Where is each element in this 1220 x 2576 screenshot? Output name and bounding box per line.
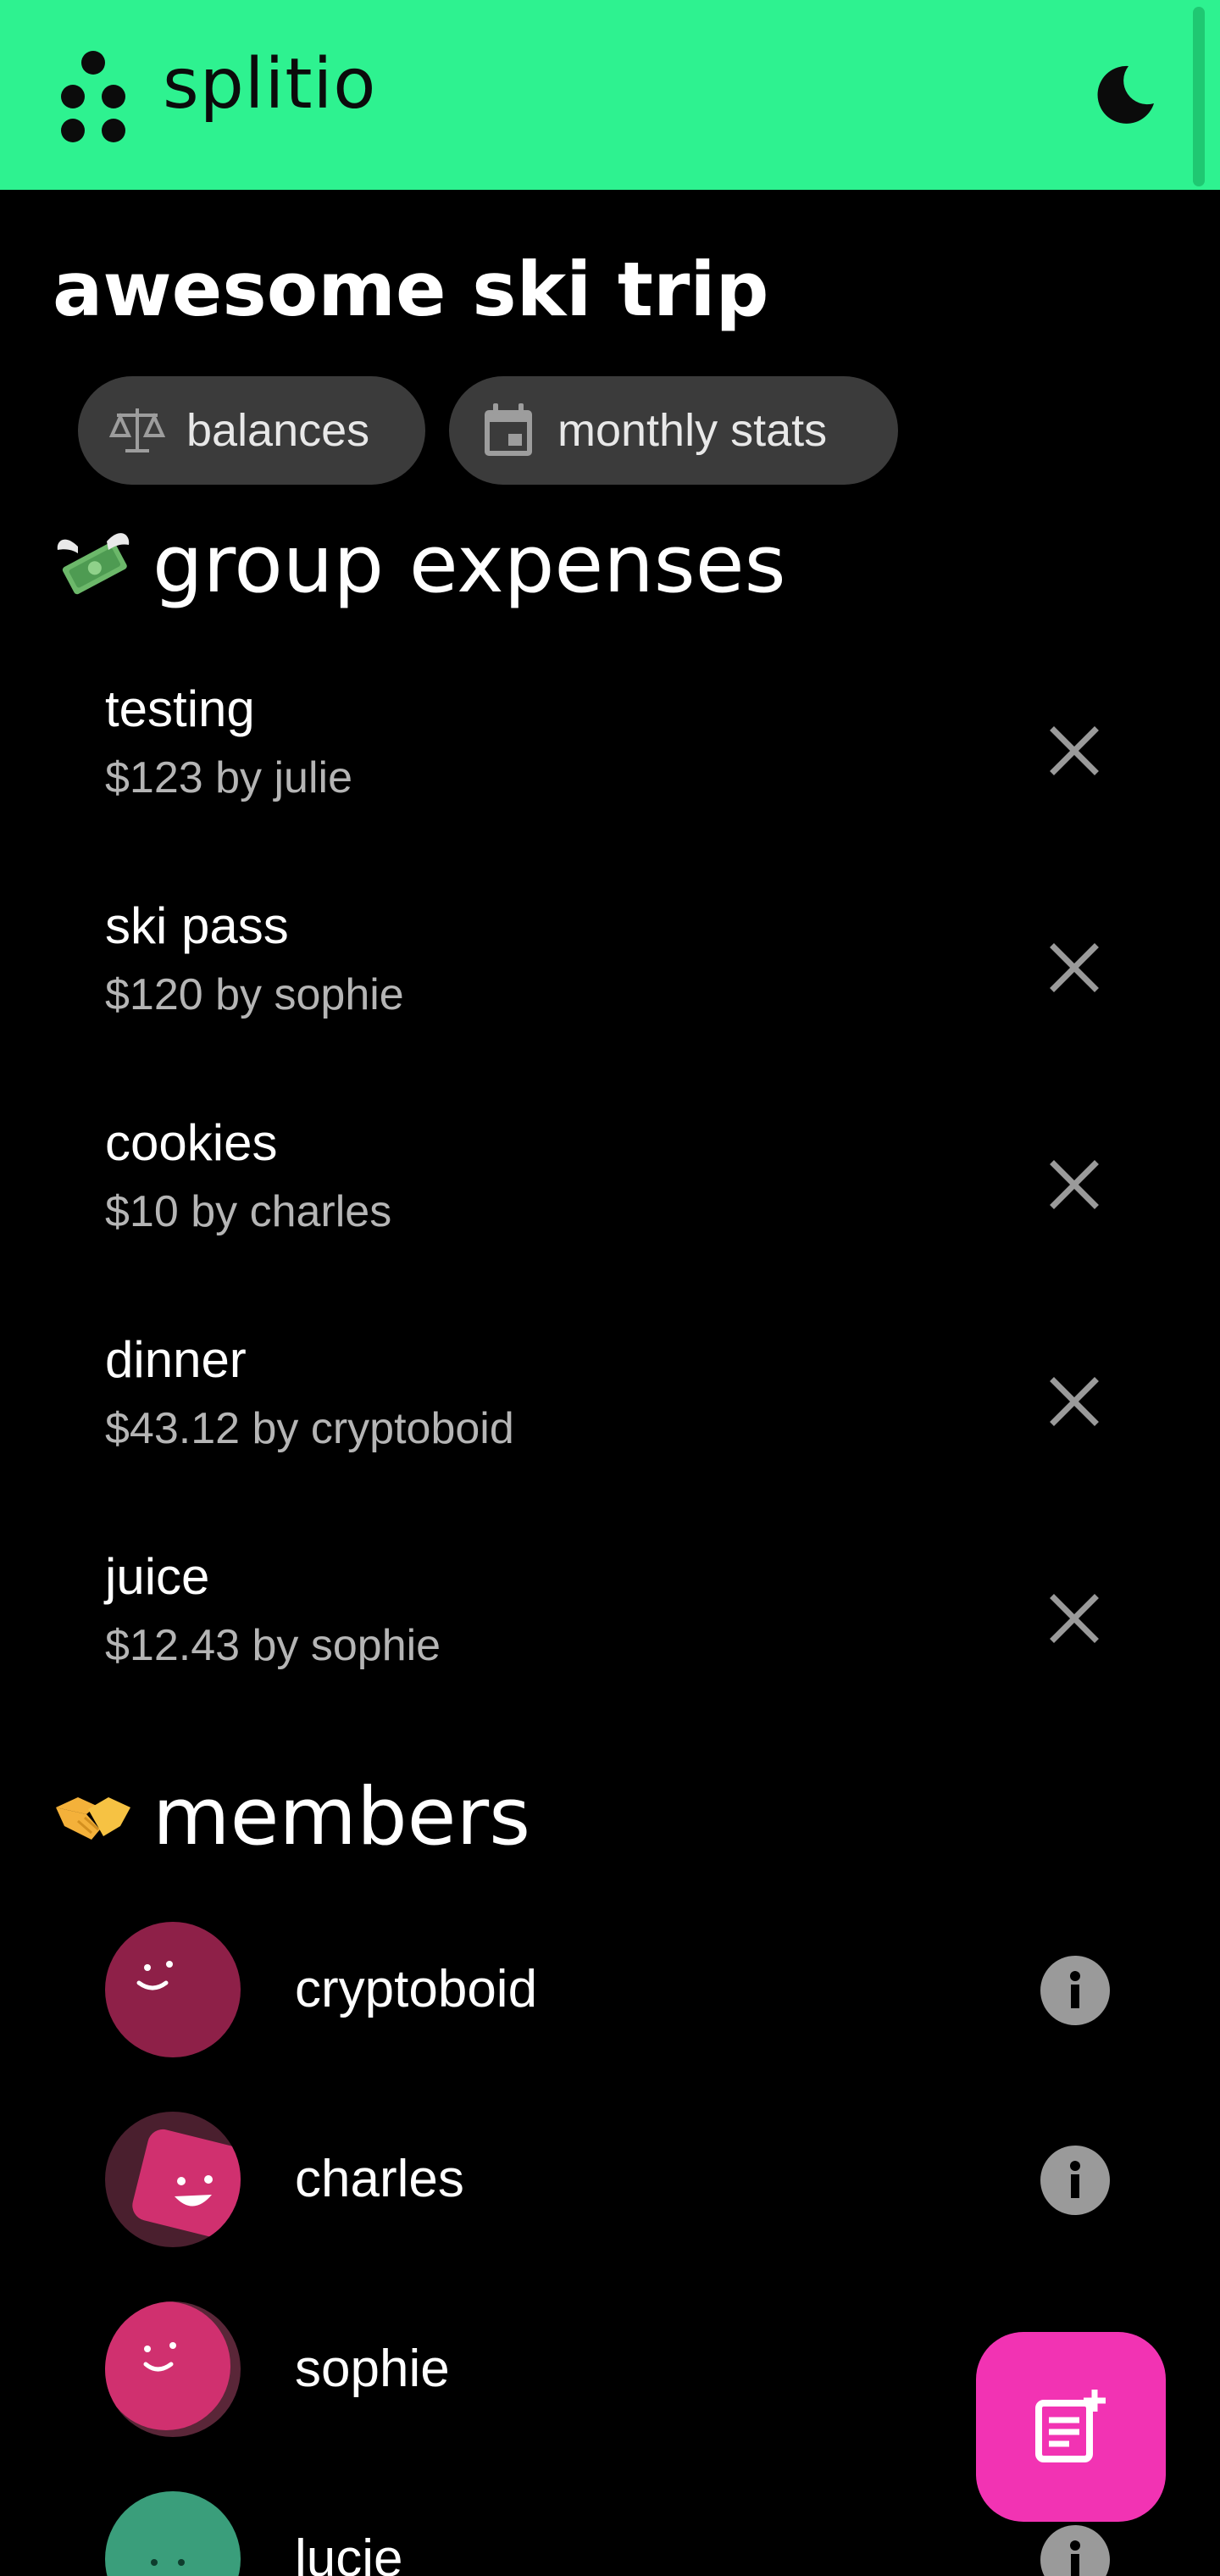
avatar <box>105 2491 241 2576</box>
close-icon[interactable] <box>1039 1149 1110 1220</box>
monthly-stats-chip[interactable]: monthly stats <box>449 376 898 485</box>
scrollbar[interactable] <box>1193 7 1205 186</box>
avatar <box>105 1922 241 2057</box>
app-name[interactable]: splitio <box>163 44 376 125</box>
expense-name: testing <box>105 680 255 737</box>
close-icon[interactable] <box>1039 1583 1110 1654</box>
member-row[interactable]: charles <box>0 2085 1220 2274</box>
expense-name: cookies <box>105 1114 278 1171</box>
scale-icon <box>108 408 166 452</box>
expense-name: dinner <box>105 1331 247 1388</box>
expense-amount-payer: $12.43 by sophie <box>105 1621 441 1670</box>
expense-item[interactable]: ski pass $120 by sophie <box>0 868 1220 1085</box>
expense-amount-payer: $120 by sophie <box>105 970 404 1019</box>
add-expense-button[interactable] <box>976 2332 1166 2522</box>
balances-chip[interactable]: balances <box>78 376 425 485</box>
money-with-wings-icon <box>57 532 130 594</box>
expense-item[interactable]: testing $123 by julie <box>0 651 1220 868</box>
handshake-icon <box>56 1796 130 1840</box>
expense-item[interactable]: juice $12.43 by sophie <box>0 1518 1220 1735</box>
expenses-section-header: group expenses <box>53 519 786 611</box>
member-name: sophie <box>295 2340 450 2398</box>
add-note-icon <box>1035 2390 1106 2462</box>
expense-name: juice <box>105 1548 210 1605</box>
expenses-section-title: group expenses <box>152 519 786 611</box>
expense-item[interactable]: cookies $10 by charles <box>0 1085 1220 1302</box>
member-name: lucie <box>295 2529 403 2576</box>
expense-amount-payer: $10 by charles <box>105 1187 392 1236</box>
calendar-icon <box>485 403 532 456</box>
member-row[interactable]: cryptoboid <box>0 1895 1220 2085</box>
group-title: awesome ski trip <box>53 246 769 333</box>
close-icon[interactable] <box>1039 715 1110 786</box>
avatar <box>105 2112 241 2247</box>
members-section-title: members <box>152 1771 531 1863</box>
avatar <box>105 2301 241 2437</box>
moon-icon[interactable] <box>1091 61 1159 129</box>
member-name: cryptoboid <box>295 1960 538 2018</box>
members-section-header: members <box>53 1771 530 1863</box>
app-header: splitio <box>0 0 1220 190</box>
close-icon[interactable] <box>1039 1366 1110 1437</box>
info-icon[interactable] <box>1040 2146 1110 2215</box>
info-icon[interactable] <box>1040 1956 1110 2025</box>
expense-name: ski pass <box>105 897 289 954</box>
member-name: charles <box>295 2150 464 2208</box>
close-icon[interactable] <box>1039 932 1110 1003</box>
monthly-stats-chip-label: monthly stats <box>557 405 828 456</box>
splitio-logo-icon <box>61 51 125 142</box>
expense-amount-payer: $43.12 by cryptoboid <box>105 1404 514 1453</box>
expense-amount-payer: $123 by julie <box>105 753 352 802</box>
info-icon[interactable] <box>1040 2525 1110 2576</box>
balances-chip-label: balances <box>186 405 370 456</box>
expense-item[interactable]: dinner $43.12 by cryptoboid <box>0 1302 1220 1518</box>
